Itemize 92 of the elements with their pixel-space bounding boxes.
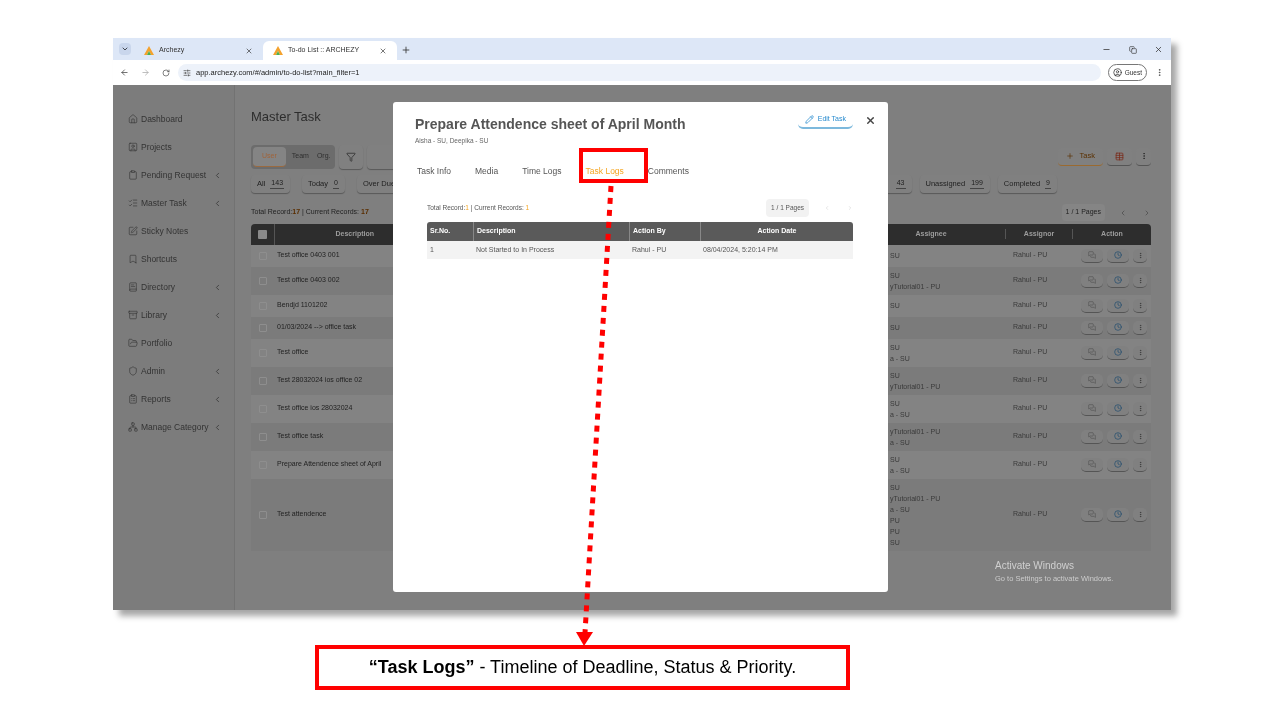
book-icon — [128, 282, 138, 292]
chat-icon — [1088, 404, 1096, 412]
chat-icon — [1088, 276, 1096, 284]
sidebar-item[interactable]: Library — [113, 301, 234, 329]
reload-icon[interactable] — [162, 68, 170, 77]
row-more-button[interactable] — [1133, 273, 1147, 288]
sidebar-item[interactable]: Admin — [113, 357, 234, 385]
clock-icon — [1114, 348, 1122, 356]
table-icon — [1115, 151, 1124, 161]
sidebar-item[interactable]: Shortcuts — [113, 245, 234, 273]
row-more-button[interactable] — [1133, 373, 1147, 388]
user-icon — [1112, 68, 1122, 77]
dialog-tab[interactable]: Media — [463, 161, 511, 182]
clock-icon — [1114, 376, 1122, 384]
chat-button[interactable] — [1081, 320, 1103, 335]
sidebar-item[interactable]: Pending Request — [113, 161, 234, 189]
house-icon — [128, 114, 138, 124]
sidebar-item[interactable]: Manage Category — [113, 413, 234, 441]
sidebar-item[interactable]: Projects — [113, 133, 234, 161]
chat-button[interactable] — [1081, 273, 1103, 288]
chat-icon — [1088, 510, 1096, 518]
shield-icon — [128, 366, 138, 376]
dialog-tab[interactable]: Time Logs — [510, 161, 574, 182]
tab-list-button[interactable] — [119, 43, 131, 55]
clipboard-icon — [128, 170, 138, 180]
row-more-button[interactable] — [1133, 507, 1147, 522]
time-log-button[interactable] — [1107, 273, 1129, 288]
time-log-button[interactable] — [1107, 373, 1129, 388]
clock-icon — [1114, 276, 1122, 284]
row-more-button[interactable] — [1133, 429, 1147, 444]
app-logo-icon — [144, 46, 154, 55]
pencil-icon — [804, 115, 814, 124]
new-tab-icon[interactable] — [401, 45, 411, 55]
chat-icon — [1088, 432, 1096, 440]
sidebar-item[interactable]: Reports — [113, 385, 234, 413]
clock-icon — [1114, 404, 1122, 412]
time-log-button[interactable] — [1107, 320, 1129, 335]
sidebar-item[interactable]: Directory — [113, 273, 234, 301]
sidebar-item[interactable]: Dashboard — [113, 105, 234, 133]
chat-icon — [1088, 251, 1096, 259]
chat-icon — [1088, 301, 1096, 309]
clock-icon — [1114, 251, 1122, 259]
site-settings-icon[interactable] — [183, 68, 191, 77]
chat-icon — [1088, 348, 1096, 356]
sidebar-item[interactable]: Sticky Notes — [113, 217, 234, 245]
bookmark-icon — [128, 254, 138, 264]
time-log-button[interactable] — [1107, 507, 1129, 522]
back-icon[interactable] — [120, 68, 129, 77]
close-icon[interactable] — [865, 115, 876, 126]
sidebar-item[interactable]: Portfolio — [113, 329, 234, 357]
caption: “Task Logs” - Timeline of Deadline, Status & Priority. — [368, 656, 797, 679]
archive-icon — [128, 310, 138, 320]
app-logo-icon — [273, 46, 283, 55]
folder-icon — [128, 338, 138, 348]
clock-icon — [1114, 323, 1122, 331]
filter-button[interactable] — [338, 144, 363, 169]
restore-icon[interactable] — [1129, 46, 1137, 54]
row-more-button[interactable] — [1133, 320, 1147, 335]
funnel-icon — [345, 151, 356, 162]
watermark-title: Activate Windows — [995, 559, 1075, 573]
close-icon[interactable] — [1154, 45, 1163, 54]
clock-icon — [1114, 510, 1122, 518]
highlight-frame — [579, 148, 648, 183]
dialog-tab[interactable]: Task Logs — [573, 161, 636, 182]
next-page-icon[interactable] — [1143, 208, 1151, 217]
chat-button[interactable] — [1081, 373, 1103, 388]
report-icon — [128, 394, 138, 404]
previous-page-icon[interactable] — [1119, 208, 1127, 217]
clock-icon — [1114, 301, 1122, 309]
chat-icon — [1088, 323, 1096, 331]
page-title: Master Task — [251, 108, 321, 126]
menu-icon[interactable] — [1155, 68, 1164, 77]
dialog-tab[interactable]: Task Info — [405, 161, 464, 182]
hierarchy-icon — [128, 422, 138, 432]
note-edit-icon — [128, 226, 138, 236]
chat-icon — [1088, 376, 1096, 384]
checklist-icon — [128, 198, 138, 208]
time-log-button[interactable] — [1107, 429, 1129, 444]
clock-icon — [1114, 460, 1122, 468]
chevron-down-icon — [121, 45, 129, 53]
chat-button[interactable] — [1081, 507, 1103, 522]
dialog-title: Prepare Attendence sheet of April Month — [415, 115, 687, 134]
plus-icon — [1065, 152, 1074, 160]
sidebar-item[interactable]: Master Task — [113, 189, 234, 217]
chat-icon — [1088, 460, 1096, 468]
clock-icon — [1114, 432, 1122, 440]
chat-button[interactable] — [1081, 429, 1103, 444]
dialog-tab[interactable]: Comments — [635, 161, 701, 182]
close-icon[interactable] — [379, 46, 387, 55]
id-card-icon — [128, 142, 138, 152]
forward-icon[interactable] — [141, 68, 150, 77]
select-all-checkbox[interactable] — [258, 229, 267, 239]
